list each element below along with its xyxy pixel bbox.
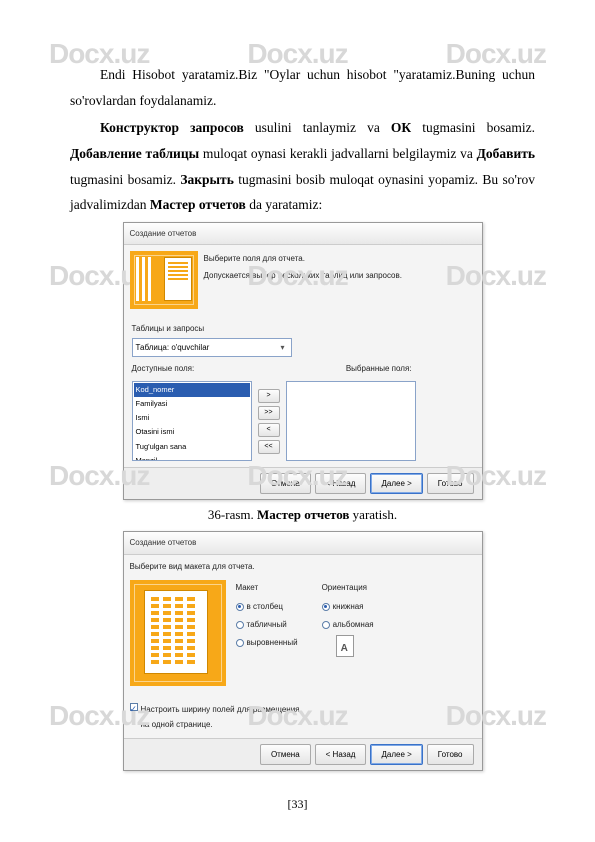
chevron-down-icon: ▾	[278, 340, 288, 355]
orientation-group-title: Ориентация	[322, 580, 374, 595]
report-wizard-dialog-fields: Создание отчетов Выберите поля для отчет…	[123, 222, 483, 500]
selected-fields-listbox[interactable]	[286, 381, 416, 461]
finish-button[interactable]: Готово	[427, 473, 474, 494]
move-right-button[interactable]: >	[258, 389, 280, 403]
text-bold: Мастер отчетов	[150, 197, 246, 212]
back-button[interactable]: < Назад	[315, 744, 367, 765]
radio-option-justified[interactable]: выровненный	[236, 635, 298, 650]
next-button[interactable]: Далее >	[370, 744, 422, 765]
radio-icon	[322, 621, 330, 629]
available-fields-label: Доступные поля:	[132, 361, 195, 376]
list-item[interactable]: Kod_nomer	[134, 383, 250, 397]
orientation-radio-group: Ориентация книжная альбомная	[322, 580, 374, 686]
text-bold: ОК	[391, 120, 411, 135]
move-all-left-button[interactable]: <<	[258, 440, 280, 454]
combo-value: Таблица: o'quvchilar	[136, 340, 210, 355]
selected-fields-label: Выбранные поля:	[346, 361, 412, 376]
caption-bold: Мастер отчетов	[257, 507, 349, 522]
layout-instruction: Выберите вид макета для отчета.	[124, 555, 482, 574]
cancel-button[interactable]: Отмена	[260, 473, 311, 494]
text: tugmasini bosamiz.	[70, 172, 180, 187]
radio-option-tabular[interactable]: табличный	[236, 617, 298, 632]
report-wizard-dialog-layout: Создание отчетов Выберите вид макета для…	[123, 531, 483, 771]
figure-caption-36: 36-rasm. Мастер отчетов yaratish.	[70, 503, 535, 528]
radio-icon	[236, 621, 244, 629]
available-fields-listbox[interactable]: Kod_nomer Familyasi Ismi Otasini ismi Tu…	[132, 381, 252, 461]
text: tugmasini bosamiz.	[411, 120, 535, 135]
list-item[interactable]: Otasini ismi	[134, 425, 250, 439]
text-bold: Добавление таблицы	[70, 146, 199, 161]
move-buttons: > >> < <<	[258, 389, 280, 454]
dialog-title: Создание отчетов	[124, 223, 482, 245]
text: usulini tanlaymiz va	[244, 120, 391, 135]
caption-num: 36-rasm.	[208, 507, 257, 522]
next-button[interactable]: Далее >	[370, 473, 422, 494]
dialog-title: Создание отчетов	[124, 532, 482, 554]
list-item[interactable]: Ismi	[134, 411, 250, 425]
layout-group-title: Макет	[236, 580, 298, 595]
orientation-preview-icon	[336, 635, 354, 657]
radio-option-landscape[interactable]: альбомная	[322, 617, 374, 632]
radio-icon	[236, 639, 244, 647]
list-item[interactable]: Tug'ulgan sana	[134, 440, 250, 454]
paragraph-2: Конструктор запросов usulini tanlaymiz v…	[70, 115, 535, 218]
list-item[interactable]: Manzil	[134, 454, 250, 461]
move-left-button[interactable]: <	[258, 423, 280, 437]
text-bold: Конструктор запросов	[100, 120, 244, 135]
page-content: Endi Hisobot yaratamiz.Biz "Oylar uchun …	[0, 0, 595, 771]
text: muloqat oynasi kerakli jadvallarni belgi…	[199, 146, 476, 161]
radio-icon	[236, 603, 244, 611]
checkbox-icon	[130, 703, 138, 711]
radio-label: книжная	[333, 599, 364, 614]
fit-width-checkbox-row[interactable]: Настроить ширину полей для размещения на…	[130, 702, 300, 732]
instruction-text: Допускается выбор нескольких таблиц или …	[204, 268, 476, 283]
page-number: [33]	[0, 797, 595, 812]
instruction-text: Выберите поля для отчета.	[204, 251, 476, 266]
radio-option-column[interactable]: в столбец	[236, 599, 298, 614]
tables-queries-label: Таблицы и запросы	[132, 321, 474, 336]
finish-button[interactable]: Готово	[427, 744, 474, 765]
radio-icon	[322, 603, 330, 611]
text-bold: Добавить	[477, 146, 535, 161]
dialog-button-bar: Отмена < Назад Далее > Готово	[124, 738, 482, 770]
tables-combo[interactable]: Таблица: o'quvchilar ▾	[132, 338, 292, 357]
layout-preview-icon	[130, 580, 226, 686]
layout-radio-group: Макет в столбец табличный выровненный	[236, 580, 298, 686]
dialog-button-bar: Отмена < Назад Далее > Готово	[124, 467, 482, 499]
list-item[interactable]: Familyasi	[134, 397, 250, 411]
text: da yaratamiz:	[246, 197, 322, 212]
radio-label: альбомная	[333, 617, 374, 632]
radio-option-portrait[interactable]: книжная	[322, 599, 374, 614]
move-all-right-button[interactable]: >>	[258, 406, 280, 420]
radio-label: табличный	[247, 617, 287, 632]
checkbox-label: Настроить ширину полей для размещения на…	[141, 702, 300, 732]
back-button[interactable]: < Назад	[315, 473, 367, 494]
wizard-icon	[130, 251, 198, 309]
text-bold: Закрыть	[180, 172, 233, 187]
radio-label: выровненный	[247, 635, 298, 650]
cancel-button[interactable]: Отмена	[260, 744, 311, 765]
caption-rest: yaratish.	[349, 507, 397, 522]
radio-label: в столбец	[247, 599, 284, 614]
paragraph-1: Endi Hisobot yaratamiz.Biz "Oylar uchun …	[70, 62, 535, 113]
